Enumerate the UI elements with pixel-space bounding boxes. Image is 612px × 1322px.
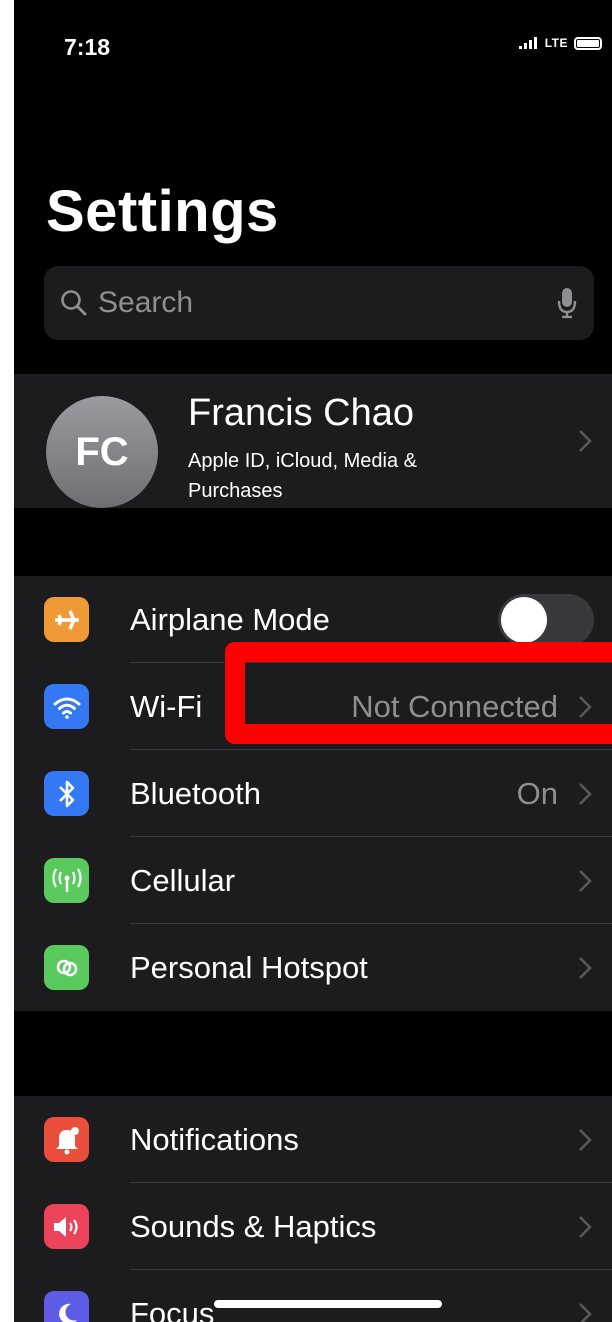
bluetooth-label: Bluetooth — [130, 775, 261, 811]
notification-bell-icon — [44, 1117, 89, 1162]
cellular-antenna-icon — [44, 858, 89, 903]
cell-signal-icon — [518, 37, 537, 49]
wifi-icon — [44, 684, 89, 729]
profile-group: FC Francis Chao Apple ID, iCloud, Media … — [14, 374, 612, 508]
profile-subtitle: Apple ID, iCloud, Media & Purchases — [188, 450, 418, 502]
wifi-highlight-annotation — [225, 642, 612, 744]
airplane-mode-toggle[interactable] — [498, 593, 594, 646]
status-bar: 7:18 LTE — [14, 0, 612, 90]
chevron-right-icon — [579, 1215, 592, 1238]
bluetooth-row[interactable]: Bluetooth On — [14, 750, 612, 837]
chevron-right-icon — [579, 1128, 592, 1151]
cellular-row[interactable]: Cellular — [14, 837, 612, 924]
status-time: 7:18 — [64, 34, 111, 60]
wifi-label: Wi-Fi — [130, 688, 203, 724]
personal-hotspot-label: Personal Hotspot — [130, 949, 368, 985]
chevron-right-icon — [579, 782, 592, 805]
chevron-right-icon — [579, 956, 592, 979]
bluetooth-status: On — [516, 775, 558, 811]
system-group: Notifications Sounds & Haptics Focus — [14, 1096, 612, 1322]
toggle-knob — [501, 596, 547, 643]
airplane-mode-label: Airplane Mode — [130, 601, 330, 637]
search-input[interactable]: Search — [44, 266, 594, 340]
focus-label: Focus — [130, 1295, 215, 1322]
bluetooth-icon — [44, 771, 89, 816]
chevron-right-icon — [579, 869, 592, 892]
chevron-right-icon — [579, 430, 592, 452]
apple-id-row[interactable]: FC Francis Chao Apple ID, iCloud, Media … — [14, 374, 612, 508]
page-title: Settings — [46, 179, 279, 244]
airplane-icon — [44, 597, 89, 642]
moon-icon — [44, 1291, 89, 1322]
cellular-label: Cellular — [130, 862, 236, 898]
magnifier-icon — [61, 290, 87, 316]
personal-hotspot-row[interactable]: Personal Hotspot — [14, 924, 612, 1011]
home-indicator[interactable] — [214, 1300, 442, 1308]
notifications-row[interactable]: Notifications — [14, 1096, 612, 1183]
notifications-label: Notifications — [130, 1121, 299, 1157]
search-placeholder: Search — [98, 286, 194, 319]
sounds-haptics-label: Sounds & Haptics — [130, 1208, 377, 1244]
sounds-haptics-row[interactable]: Sounds & Haptics — [14, 1183, 612, 1270]
hotspot-icon — [44, 945, 89, 990]
profile-name: Francis Chao — [188, 392, 414, 434]
microphone-icon[interactable] — [556, 286, 578, 320]
network-type: LTE — [544, 36, 568, 50]
avatar: FC — [46, 396, 158, 508]
avatar-initials: FC — [75, 429, 129, 474]
status-indicators: LTE — [518, 36, 602, 50]
speaker-icon — [44, 1204, 89, 1249]
chevron-right-icon — [579, 1302, 592, 1322]
battery-icon — [574, 36, 602, 50]
focus-row[interactable]: Focus — [14, 1270, 612, 1322]
